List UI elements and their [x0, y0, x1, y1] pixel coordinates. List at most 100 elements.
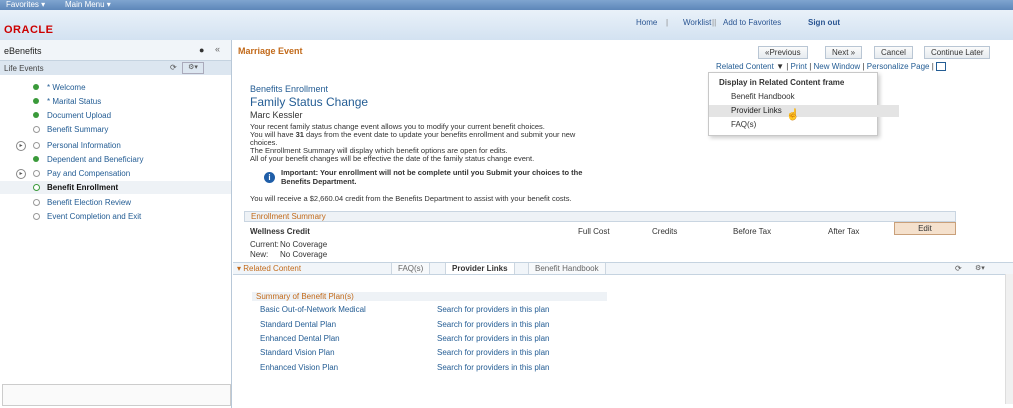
- related-content-menu[interactable]: Related Content: [716, 62, 774, 71]
- print-link[interactable]: Print: [791, 62, 807, 71]
- menu-item-faqs[interactable]: FAQ(s): [709, 119, 899, 131]
- oracle-logo: ORACLE: [4, 24, 54, 36]
- event-title: Marriage Event: [238, 46, 303, 56]
- important-notice: Important: Your enrollment will not be c…: [281, 168, 583, 186]
- before-tax-header: Before Tax: [733, 227, 772, 236]
- step-benefit-summary[interactable]: Benefit Summary: [0, 123, 231, 136]
- search-providers-link[interactable]: Search for providers in this plan: [437, 363, 550, 372]
- step-label: Benefit Summary: [47, 125, 109, 134]
- add-to-favorites-link[interactable]: Add to Favorites: [723, 18, 781, 27]
- current-step-icon: [33, 184, 40, 191]
- instructions-text: Your recent family status change event a…: [250, 123, 710, 163]
- enrollment-summary-header: Enrollment Summary: [244, 211, 956, 222]
- new-window-link[interactable]: New Window: [814, 62, 861, 71]
- step-label: Document Upload: [47, 111, 112, 120]
- step-document-upload[interactable]: Document Upload: [0, 109, 231, 122]
- separator: |: [786, 62, 789, 71]
- personalize-page-link[interactable]: Personalize Page: [867, 62, 930, 71]
- refresh-icon[interactable]: ⟳: [955, 263, 962, 274]
- page-title: Family Status Change: [250, 95, 369, 109]
- search-providers-link[interactable]: Search for providers in this plan: [437, 334, 550, 343]
- step-event-completion[interactable]: Event Completion and Exit: [0, 210, 231, 223]
- employee-name: Marc Kessler: [250, 110, 303, 120]
- expand-icon[interactable]: ▸: [16, 141, 26, 151]
- step-label: Event Completion and Exit: [47, 212, 142, 221]
- tab-provider-links[interactable]: Provider Links: [445, 263, 515, 274]
- step-label: Benefit Enrollment: [47, 183, 119, 192]
- search-providers-link[interactable]: Search for providers in this plan: [437, 320, 550, 329]
- step-personal-information[interactable]: ▸ Personal Information: [0, 139, 231, 152]
- summary-of-plans-header: Summary of Benefit Plan(s): [252, 292, 607, 301]
- main-menu[interactable]: Main Menu ▾: [65, 0, 111, 10]
- next-button[interactable]: Next »: [825, 46, 863, 59]
- sign-out-link[interactable]: Sign out: [808, 18, 840, 27]
- step-label: * Marital Status: [47, 97, 102, 106]
- step-welcome[interactable]: * Welcome: [0, 81, 231, 94]
- incomplete-icon: [33, 199, 40, 206]
- new-value: No Coverage: [280, 250, 328, 259]
- separator: |: [862, 62, 865, 71]
- life-events-title: Life Events: [4, 64, 44, 73]
- cancel-button[interactable]: Cancel: [874, 46, 913, 59]
- expand-icon[interactable]: ▸: [16, 169, 26, 179]
- tab-faqs[interactable]: FAQ(s): [391, 263, 431, 274]
- plan-name-link[interactable]: Standard Dental Plan: [260, 320, 336, 329]
- complete-icon: [33, 98, 39, 104]
- complete-icon: [33, 112, 39, 118]
- refresh-icon[interactable]: ●: [199, 45, 204, 55]
- summary-of-plans-title: Summary of Benefit Plan(s): [256, 292, 354, 301]
- plan-name-link[interactable]: Basic Out-of-Network Medical: [260, 305, 366, 314]
- dropdown-icon[interactable]: ▼: [776, 62, 784, 71]
- incomplete-icon: [33, 170, 40, 177]
- incomplete-icon: [33, 142, 40, 149]
- plan-name-link[interactable]: Enhanced Dental Plan: [260, 334, 340, 343]
- related-content-bar: ▾ Related Content FAQ(s) Provider Links …: [233, 262, 1013, 275]
- plan-name-link[interactable]: Enhanced Vision Plan: [260, 363, 338, 372]
- header-separator: |: [666, 18, 669, 27]
- collapse-icon[interactable]: «: [215, 44, 220, 54]
- previous-button[interactable]: «Previous: [758, 46, 808, 59]
- search-providers-link[interactable]: Search for providers in this plan: [437, 348, 550, 357]
- favorites-menu[interactable]: Favorites ▾: [6, 0, 45, 10]
- header: ORACLE Home | Worklist || Add to Favorit…: [0, 10, 1013, 40]
- step-benefit-election-review[interactable]: Benefit Election Review: [0, 196, 231, 209]
- options-menu-icon[interactable]: ⚙▾: [182, 62, 204, 74]
- menu-item-benefit-handbook[interactable]: Benefit Handbook: [709, 91, 899, 103]
- separator: |: [809, 62, 812, 71]
- incomplete-icon: [33, 213, 40, 220]
- step-marital-status[interactable]: * Marital Status: [0, 95, 231, 108]
- worklist-link[interactable]: Worklist: [683, 18, 711, 27]
- current-label: Current:: [250, 240, 279, 249]
- header-separator: ||: [712, 18, 717, 27]
- help-icon[interactable]: [936, 62, 947, 72]
- menu-item-provider-links[interactable]: Provider Links: [709, 105, 899, 117]
- step-dependent-beneficiary[interactable]: Dependent and Beneficiary: [0, 153, 231, 166]
- instruction-line: You will have 31 days from the event dat…: [250, 130, 576, 139]
- complete-icon: [33, 156, 39, 162]
- refresh-icon[interactable]: ⟳: [170, 63, 177, 72]
- home-link[interactable]: Home: [636, 18, 657, 27]
- vertical-scrollbar[interactable]: [1005, 274, 1013, 404]
- search-providers-link[interactable]: Search for providers in this plan: [437, 305, 550, 314]
- step-label: Dependent and Beneficiary: [47, 155, 144, 164]
- incomplete-icon: [33, 126, 40, 133]
- tab-benefit-handbook[interactable]: Benefit Handbook: [528, 263, 606, 274]
- enrollment-summary-title: Enrollment Summary: [251, 212, 326, 221]
- panel-footer: [2, 384, 231, 406]
- related-content-title[interactable]: ▾ Related Content: [237, 263, 301, 274]
- options-menu-icon[interactable]: ⚙▾: [975, 263, 985, 274]
- edit-button[interactable]: Edit: [894, 222, 956, 235]
- complete-icon: [33, 84, 39, 90]
- credits-header: Credits: [652, 227, 678, 236]
- step-benefit-enrollment[interactable]: Benefit Enrollment: [0, 181, 231, 194]
- related-content-dropdown: Display in Related Content frame Benefit…: [708, 72, 899, 136]
- new-label: New:: [250, 250, 269, 259]
- plan-name-link[interactable]: Standard Vision Plan: [260, 348, 335, 357]
- separator: |: [931, 62, 934, 71]
- step-label: Benefit Election Review: [47, 198, 132, 207]
- continue-later-button[interactable]: Continue Later: [924, 46, 991, 59]
- life-events-header: Life Events ⟳ ⚙▾: [0, 61, 231, 75]
- page-links-row: Related Content ▼ | Print | New Window |…: [716, 62, 947, 72]
- dropdown-header: Display in Related Content frame: [719, 78, 845, 87]
- step-pay-compensation[interactable]: ▸ Pay and Compensation: [0, 167, 231, 180]
